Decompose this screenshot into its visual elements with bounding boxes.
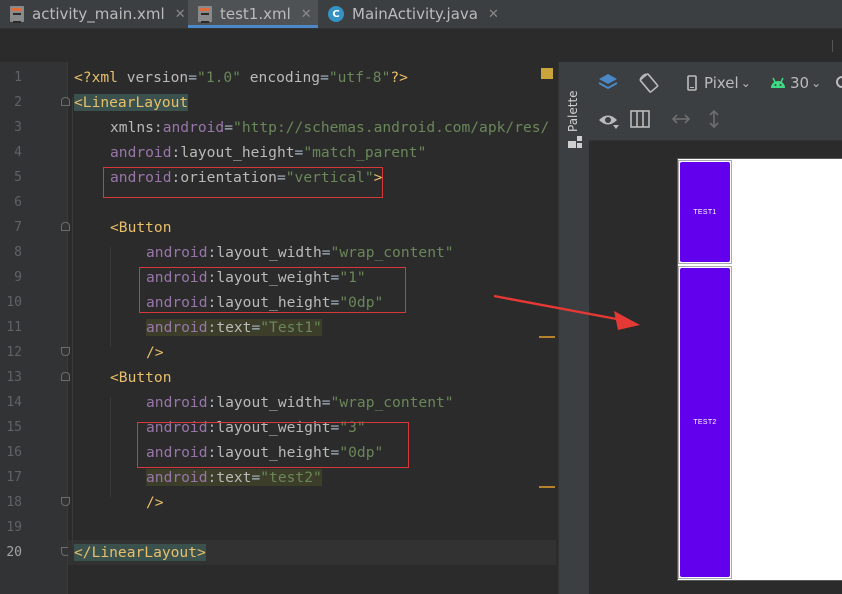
divider — [832, 40, 842, 52]
line-number: 2 — [14, 95, 22, 110]
code-editor[interactable]: <?xml version="1.0" encoding="utf-8"?> <… — [68, 62, 556, 594]
code-line-3: xmlns:android="http://schemas.android.co… — [110, 119, 550, 136]
phone-icon — [687, 75, 697, 91]
code-line-18: /> — [146, 494, 164, 511]
code-line-20: </LinearLayout> — [74, 544, 206, 561]
tab-test1[interactable]: test1.xml ✕ — [188, 0, 318, 28]
api-level-selector[interactable]: 30 ⌄ — [770, 74, 821, 92]
inspection-status-icon[interactable] — [541, 68, 553, 79]
line-number: 4 — [14, 145, 22, 160]
eye-icon[interactable] — [598, 112, 620, 130]
line-number: 6 — [14, 195, 22, 210]
line-number: 8 — [14, 245, 22, 260]
tab-label: MainActivity.java — [352, 5, 478, 23]
line-number: 20 — [6, 545, 22, 560]
chevron-down-icon: ⌄ — [740, 76, 751, 90]
scroll-marker[interactable] — [539, 336, 555, 338]
xml-file-icon — [10, 6, 24, 23]
vertical-resize-icon[interactable] — [707, 109, 721, 129]
editor-top-strip — [0, 29, 842, 62]
preview-button-test1[interactable]: TEST1 — [680, 162, 730, 262]
code-line-8: android:layout_width="wrap_content" — [146, 244, 454, 261]
palette-icon[interactable] — [568, 136, 582, 148]
code-line-14: android:layout_width="wrap_content" — [146, 394, 454, 411]
line-number: 15 — [6, 420, 22, 435]
code-line-7: <Button — [110, 219, 172, 236]
indent-guide — [110, 247, 111, 347]
horizontal-resize-icon[interactable] — [671, 112, 691, 126]
code-line-11: android:text="Test1" — [146, 319, 322, 336]
line-number: 14 — [6, 395, 22, 410]
annotation-box-button1-weight — [139, 267, 406, 313]
tab-main-activity[interactable]: C MainActivity.java ✕ — [328, 0, 499, 28]
code-line-12: /> — [146, 344, 164, 361]
device-label: Pixel — [704, 74, 739, 92]
line-number: 16 — [6, 445, 22, 460]
xml-file-icon — [198, 6, 212, 23]
indent-guide — [72, 97, 73, 547]
annotation-box-orientation — [103, 167, 383, 198]
line-number: 17 — [6, 470, 22, 485]
line-number: 7 — [14, 220, 22, 235]
tab-label: test1.xml — [220, 5, 291, 23]
java-class-icon: C — [328, 6, 344, 22]
tab-label: activity_main.xml — [32, 5, 165, 23]
layers-icon[interactable] — [597, 72, 619, 92]
code-line-17: android:text="test2" — [146, 469, 322, 486]
code-line-13: <Button — [110, 369, 172, 386]
android-icon — [771, 77, 785, 88]
line-number: 12 — [6, 345, 22, 360]
close-icon[interactable]: ✕ — [488, 7, 499, 22]
editor-tab-bar: activity_main.xml ✕ test1.xml ✕ C MainAc… — [0, 0, 842, 29]
line-number: 10 — [6, 295, 22, 310]
line-number: 18 — [6, 495, 22, 510]
code-line-2: <LinearLayout — [74, 94, 189, 111]
blueprint-toggle-icon[interactable] — [630, 110, 650, 128]
scroll-marker[interactable] — [539, 486, 555, 488]
code-line-4: android:layout_height="match_parent" — [110, 144, 427, 161]
tab-activity-main[interactable]: activity_main.xml ✕ — [10, 0, 186, 28]
line-number: 9 — [14, 270, 22, 285]
line-number: 5 — [14, 170, 22, 185]
preview-button-test2[interactable]: TEST2 — [680, 268, 730, 577]
chevron-down-icon: ⌄ — [811, 76, 822, 90]
close-icon[interactable]: ✕ — [175, 7, 186, 22]
api-level-label: 30 — [790, 74, 810, 92]
close-icon[interactable]: ✕ — [301, 7, 312, 22]
annotation-arrow — [493, 294, 640, 330]
line-number: 13 — [6, 370, 22, 385]
code-line-1: <?xml version="1.0" encoding="utf-8"?> — [74, 69, 408, 86]
line-number: 11 — [6, 320, 22, 335]
theme-icon[interactable] — [836, 76, 842, 88]
line-number: 19 — [6, 520, 22, 535]
indent-guide — [110, 397, 111, 497]
annotation-box-button2-weight — [137, 422, 409, 468]
device-selector[interactable]: Pixel ⌄ — [687, 74, 751, 92]
line-number: 3 — [14, 120, 22, 135]
line-number: 1 — [14, 70, 22, 85]
palette-tab[interactable]: Palette — [566, 90, 580, 132]
rotate-orientation-icon[interactable] — [638, 72, 660, 94]
